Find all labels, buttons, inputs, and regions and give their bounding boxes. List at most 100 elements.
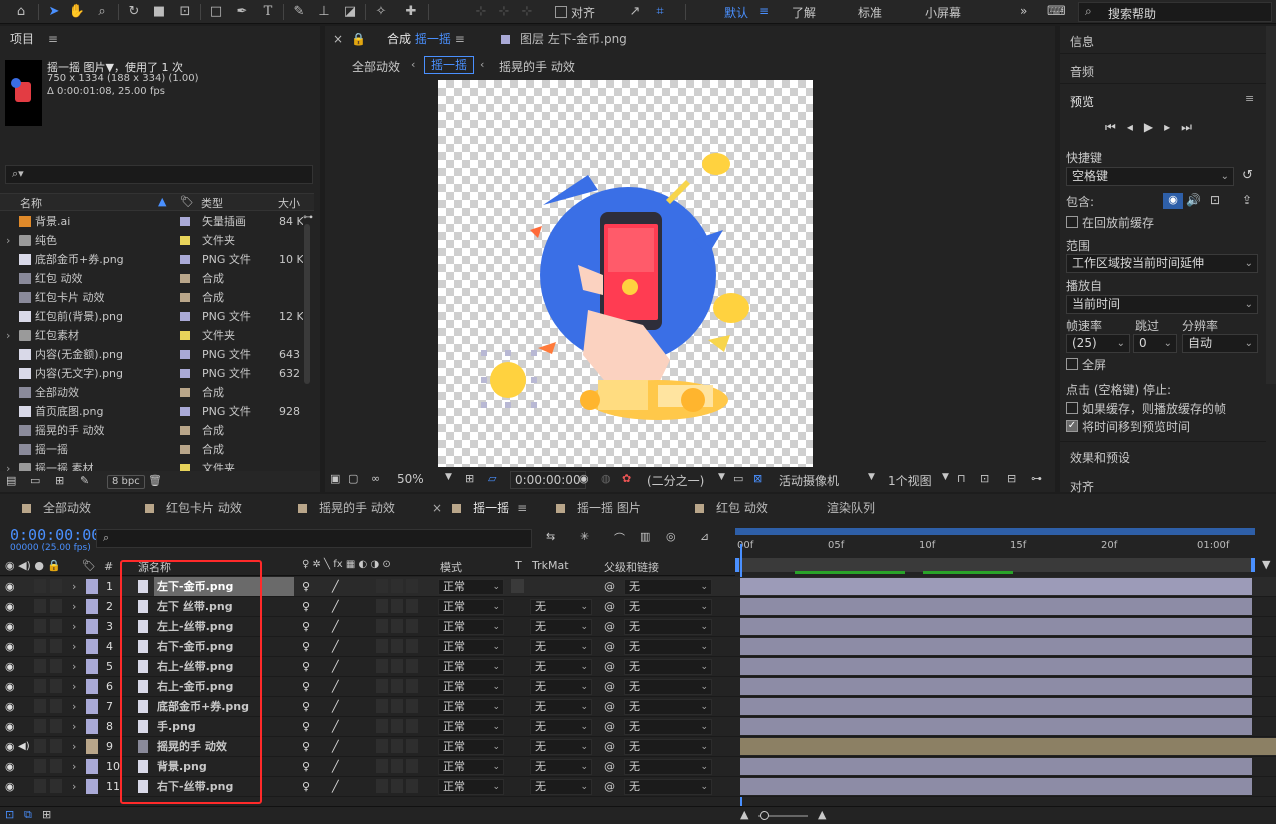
parent-dropdown[interactable]: 无 ⌄ xyxy=(624,639,712,655)
comp-mini-flowchart-icon[interactable]: ⇆ xyxy=(546,530,555,543)
blend-mode-dropdown[interactable]: 正常 ⌄ xyxy=(438,659,504,675)
expand-icon[interactable]: › xyxy=(6,231,10,250)
close-icon[interactable]: × xyxy=(333,26,343,52)
fullscreen-checkbox[interactable] xyxy=(1066,358,1078,370)
quality-icon[interactable]: ╱ xyxy=(332,757,339,776)
pickwhip-icon[interactable]: @ xyxy=(604,757,615,776)
switch-cell[interactable] xyxy=(406,779,418,793)
toggle-render-time-icon[interactable]: ⊞ xyxy=(42,808,51,821)
brush-tool-icon[interactable]: ✎ xyxy=(290,3,308,21)
label-color-swatch[interactable] xyxy=(86,579,98,594)
shy-icon[interactable]: ♀ xyxy=(302,637,310,656)
pickwhip-icon[interactable]: @ xyxy=(604,597,615,616)
expand-layer-icon[interactable]: › xyxy=(72,637,76,656)
zoom-dropdown[interactable]: 50% xyxy=(397,472,424,486)
quality-icon[interactable]: ╱ xyxy=(332,617,339,636)
pickwhip-icon[interactable]: @ xyxy=(604,577,615,596)
col-type[interactable]: 类型 xyxy=(201,195,223,211)
blend-mode-dropdown[interactable]: 正常 ⌄ xyxy=(438,779,504,795)
shy-icon[interactable]: ♀ xyxy=(302,677,310,696)
switch-cell[interactable] xyxy=(406,679,418,693)
flowchart-icon[interactable]: ⊶ xyxy=(1031,472,1042,485)
work-area-top-bar[interactable] xyxy=(735,528,1255,535)
switch-cell[interactable] xyxy=(376,599,388,613)
eye-icon[interactable]: ◉ xyxy=(5,757,15,776)
eye-icon[interactable]: ◉ xyxy=(5,657,15,676)
mask-vr-icon[interactable]: ∞ xyxy=(371,472,380,485)
blend-mode-dropdown[interactable]: 正常 ⌄ xyxy=(438,699,504,715)
right-panel-scrollbar[interactable] xyxy=(1266,26,1276,384)
project-item[interactable]: 底部金币+券.png PNG 文件 10 K xyxy=(0,250,314,269)
switch-cell[interactable] xyxy=(406,639,418,653)
tab-composition[interactable]: 合成 摇一摇 ≡ xyxy=(387,26,465,52)
project-item[interactable]: 背景.ai 矢量插画 84 K xyxy=(0,212,314,231)
lock-toggle[interactable] xyxy=(50,599,62,613)
lock-toggle[interactable] xyxy=(50,779,62,793)
layer-duration-bar[interactable] xyxy=(740,578,1252,595)
trkmat-dropdown[interactable]: 无 ⌄ xyxy=(530,659,592,675)
solo-toggle[interactable] xyxy=(34,679,46,693)
motion-blur-icon[interactable]: ◎ xyxy=(666,530,676,543)
tab-4[interactable]: 摇一摇 图片 xyxy=(556,494,641,522)
resolution-select[interactable]: 自动 ⌄ xyxy=(1182,334,1258,353)
lock-icon[interactable]: 🔒 xyxy=(351,26,366,52)
last-frame-icon[interactable]: ⏭ xyxy=(1181,120,1203,134)
camera-dropdown[interactable]: 活动摄像机 xyxy=(779,472,839,489)
shy-icon[interactable]: ♀ xyxy=(302,577,310,596)
play-icon[interactable]: ▶ xyxy=(1144,120,1164,134)
zoom-in-icon[interactable]: ▲ xyxy=(818,808,826,821)
eye-icon[interactable]: ◉ xyxy=(5,617,15,636)
lock-toggle[interactable] xyxy=(50,659,62,673)
tab-6[interactable]: 渲染队列 xyxy=(827,494,875,522)
switch-cell[interactable] xyxy=(406,719,418,733)
pickwhip-icon[interactable]: @ xyxy=(604,637,615,656)
col-size[interactable]: 大小 xyxy=(278,195,300,211)
move-time-checkbox[interactable]: ✓ xyxy=(1066,420,1078,432)
switch-cell[interactable] xyxy=(391,579,403,593)
panel-menu-icon[interactable]: ≡ xyxy=(48,32,58,46)
label-tag-icon[interactable]: 🏷 xyxy=(180,195,194,208)
workspace-learn[interactable]: 了解 xyxy=(792,4,816,21)
parent-dropdown[interactable]: 无 ⌄ xyxy=(624,679,712,695)
shy-icon[interactable]: ♀ xyxy=(302,737,310,756)
preview-icon[interactable]: ▢ xyxy=(348,472,358,485)
eye-icon[interactable]: ◉ xyxy=(5,597,15,616)
eye-icon[interactable]: ◉ xyxy=(5,717,15,736)
snap-checkbox[interactable] xyxy=(555,6,567,18)
toggle-switches-icon[interactable]: ⊡ xyxy=(5,808,14,821)
eye-icon[interactable]: ◉ xyxy=(5,697,15,716)
pickwhip-icon[interactable]: @ xyxy=(604,697,615,716)
pickwhip-icon[interactable]: @ xyxy=(604,677,615,696)
shy-icon[interactable]: ♀ xyxy=(302,617,310,636)
trkmat-dropdown[interactable]: 无 ⌄ xyxy=(530,739,592,755)
trkmat-dropdown[interactable]: 无 ⌄ xyxy=(530,599,592,615)
label-color-swatch[interactable] xyxy=(180,445,190,454)
label-color-swatch[interactable] xyxy=(180,255,190,264)
shy-icon[interactable]: ♀ xyxy=(302,597,310,616)
switches-header-icon[interactable]: ♀ ✲ ╲ fx ▦ ◐ ◑ ⊙ xyxy=(302,559,391,570)
tab-1[interactable]: 红包卡片 动效 xyxy=(145,494,242,522)
label-color-swatch[interactable] xyxy=(180,274,190,283)
pickwhip-icon[interactable]: @ xyxy=(604,717,615,736)
layer-duration-bar[interactable] xyxy=(740,778,1252,795)
camera-tool-icon[interactable]: ■ xyxy=(150,3,168,21)
solo-toggle[interactable] xyxy=(34,719,46,733)
prev-frame-icon[interactable]: ◂ xyxy=(1127,120,1144,134)
layer-duration-bar[interactable] xyxy=(740,758,1252,775)
pickwhip-icon[interactable]: @ xyxy=(604,777,615,796)
expand-layer-icon[interactable]: › xyxy=(72,697,76,716)
composition-canvas[interactable] xyxy=(438,80,813,467)
tab-layer[interactable]: 图层 左下-金币.png xyxy=(501,26,627,52)
project-item[interactable]: 红包 动效 合成 xyxy=(0,269,314,288)
label-color-swatch[interactable] xyxy=(180,293,190,302)
views-dropdown[interactable]: 1个视图 xyxy=(888,472,932,489)
quality-icon[interactable]: ╱ xyxy=(332,577,339,596)
switch-cell[interactable] xyxy=(406,659,418,673)
eye-icon[interactable]: ◉ xyxy=(5,577,15,596)
comp-marker-bin-icon[interactable]: ▼ xyxy=(1262,558,1270,571)
expand-layer-icon[interactable]: › xyxy=(72,757,76,776)
shy-icon[interactable]: ♀ xyxy=(302,757,310,776)
quality-icon[interactable]: ╱ xyxy=(332,637,339,656)
grid-guides-icon[interactable]: ⊞ xyxy=(465,472,474,485)
skip-dropdown[interactable]: 0 ⌄ xyxy=(1133,334,1177,353)
